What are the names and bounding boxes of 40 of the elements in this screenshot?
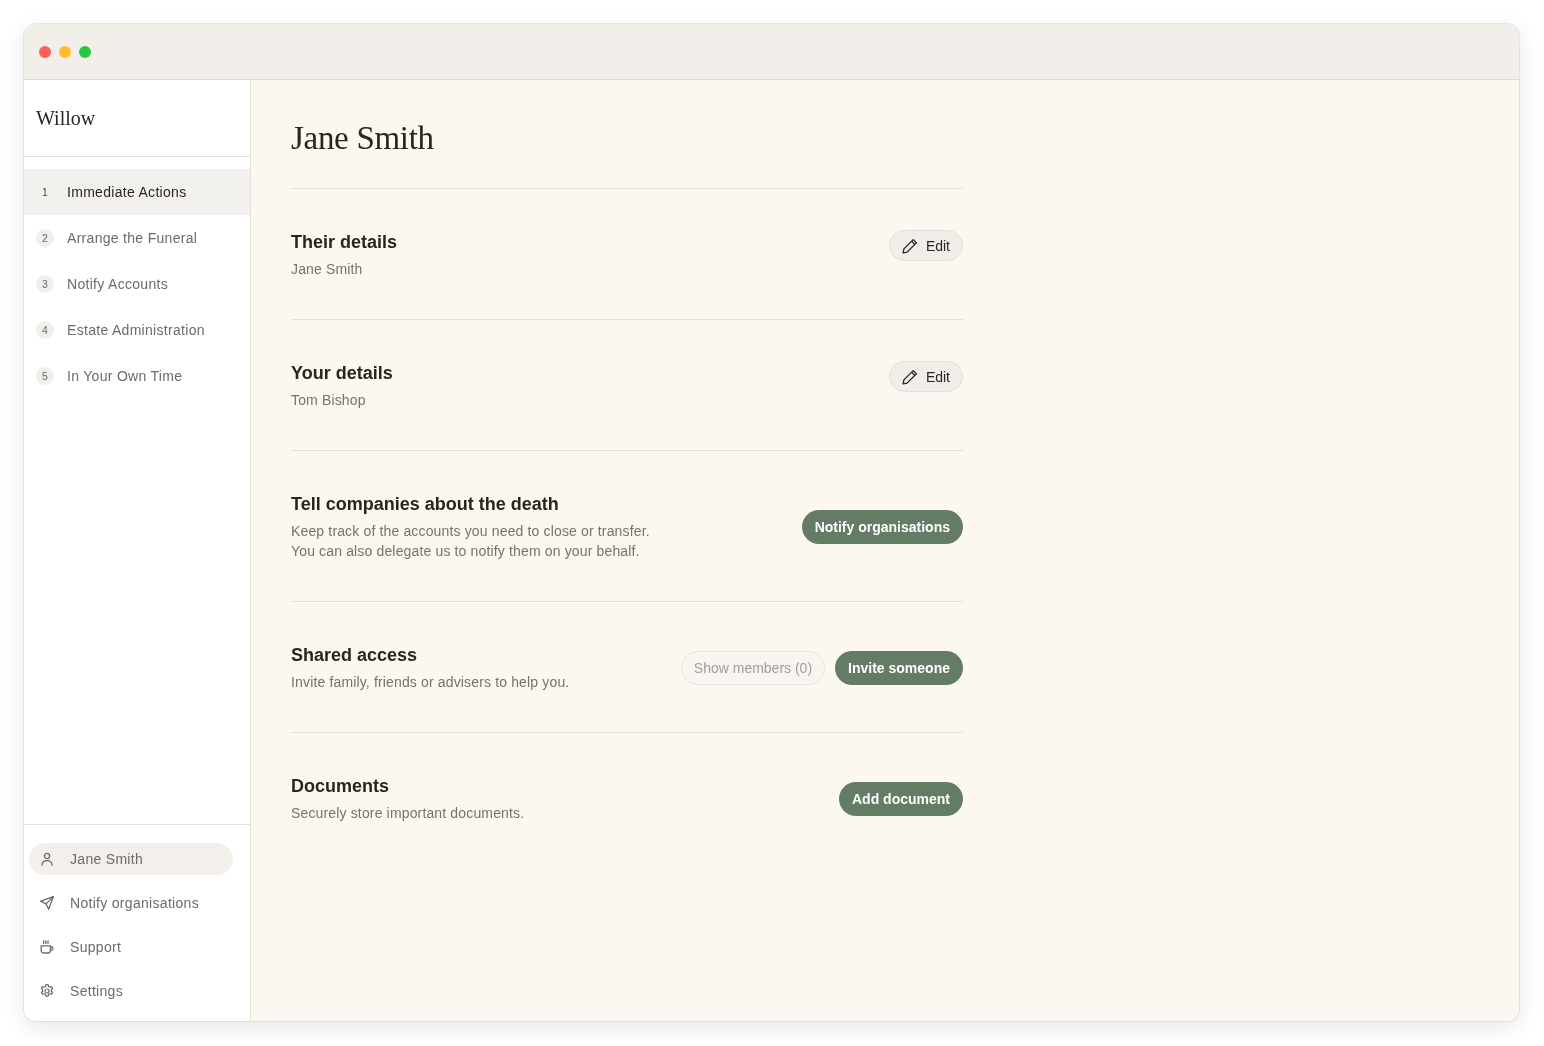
section-description: Tom Bishop (291, 391, 367, 410)
pencil-icon (901, 237, 918, 254)
section-description: Securely store important documents. (291, 804, 525, 823)
section-title: Tell companies about the death (291, 493, 560, 516)
step-nav-item[interactable]: 2 Arrange the Funeral (24, 215, 250, 261)
section-description: Invite family, friends or advisers to help you. (291, 673, 570, 692)
minimize-button[interactable] (59, 45, 71, 58)
step-number: 2 (36, 229, 54, 247)
action-button[interactable]: Notify organisations (801, 509, 963, 544)
sidebar-link[interactable]: Jane Smith (29, 843, 233, 875)
logo-text: Willow (36, 106, 96, 130)
page-title: Jane Smith (291, 119, 435, 158)
section-description: Jane Smith (291, 260, 364, 279)
edit-button[interactable]: Edit (888, 361, 963, 392)
edit-button[interactable]: Edit (888, 230, 963, 261)
section-title: Your details (291, 362, 393, 385)
step-number: 1 (41, 185, 49, 200)
close-button[interactable] (39, 45, 51, 58)
person-icon (40, 852, 54, 866)
step-nav-item[interactable]: 3 Notify Accounts (24, 261, 250, 307)
step-nav-item[interactable]: 1 Immediate Actions (24, 169, 250, 215)
coffee-cup-icon (40, 940, 54, 954)
sidebar-link[interactable]: Support (29, 931, 233, 963)
step-number: 4 (36, 321, 54, 339)
step-nav-item[interactable]: 5 In Your Own Time (24, 353, 250, 399)
sidebar-link[interactable]: Notify organisations (29, 887, 233, 919)
step-nav-item[interactable]: 4 Estate Administration (24, 307, 250, 353)
settings-icon (40, 984, 54, 998)
section-title: Shared access (291, 644, 419, 667)
section-description: Keep track of the accounts you need to close or transfer. You can also delegate us to notify them on your behalf. (291, 522, 650, 561)
pencil-icon (901, 368, 918, 385)
action-button[interactable]: Invite someone (835, 650, 963, 685)
step-number: 5 (36, 367, 54, 385)
section-title: Their details (291, 231, 398, 254)
step-number: 3 (36, 275, 54, 293)
action-button[interactable]: Add document (839, 781, 963, 816)
section-title: Documents (291, 775, 390, 798)
sidebar-link[interactable]: Settings (29, 975, 233, 1007)
paper-plane-icon (40, 896, 54, 910)
maximize-button[interactable] (79, 45, 91, 58)
